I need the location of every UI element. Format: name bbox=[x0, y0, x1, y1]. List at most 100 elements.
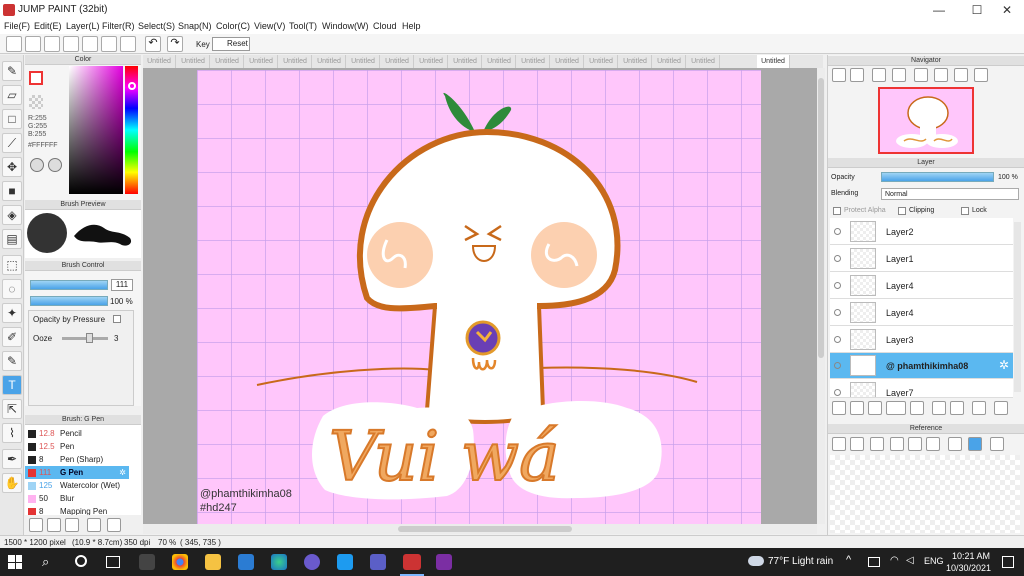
chevron-up-icon[interactable]: ^ bbox=[846, 554, 851, 566]
brush-item-watercolor[interactable]: 125 Watercolor (Wet) bbox=[25, 479, 129, 492]
reference-fit-icon[interactable] bbox=[908, 437, 922, 451]
mail-icon[interactable] bbox=[238, 554, 254, 570]
clock-time[interactable]: 10:21 AM bbox=[952, 551, 990, 561]
skype-icon[interactable] bbox=[337, 554, 353, 570]
layer-menu-icon[interactable] bbox=[886, 401, 906, 415]
menu-help[interactable]: Help bbox=[402, 21, 421, 31]
search-icon[interactable]: ⌕ bbox=[42, 554, 49, 570]
reference-area[interactable] bbox=[830, 455, 1020, 533]
tab-untitled[interactable]: Untitled bbox=[279, 55, 312, 68]
layer-row[interactable]: Layer2 bbox=[830, 219, 1013, 245]
zoom-in-icon[interactable] bbox=[832, 68, 846, 82]
chat-icon[interactable] bbox=[63, 36, 79, 52]
zoom-out-icon[interactable] bbox=[850, 68, 864, 82]
brush-item-pencil[interactable]: 12.8 Pencil bbox=[25, 427, 129, 440]
layer-row[interactable]: Layer3 bbox=[830, 327, 1013, 353]
protect-alpha-checkbox[interactable] bbox=[833, 207, 841, 215]
visibility-icon[interactable] bbox=[834, 228, 841, 235]
visibility-icon[interactable] bbox=[834, 336, 841, 343]
reference-rotate-icon[interactable] bbox=[990, 437, 1004, 451]
reset-button[interactable]: Reset bbox=[212, 37, 250, 51]
brush-opacity-slider[interactable] bbox=[30, 296, 108, 306]
tab-untitled[interactable]: Untitled bbox=[619, 55, 652, 68]
drawing-canvas[interactable]: Vui wá @phamthikimha08 #hd247 bbox=[197, 70, 761, 524]
text-tool-icon[interactable]: T bbox=[2, 375, 22, 395]
brush-size-value[interactable]: 111 bbox=[111, 279, 133, 291]
redo-icon[interactable]: ↷ bbox=[167, 36, 183, 52]
tab-untitled[interactable]: Untitled bbox=[551, 55, 584, 68]
opacity-by-pressure-checkbox[interactable] bbox=[113, 315, 121, 323]
line-tool-icon[interactable]: ⟋ bbox=[2, 133, 22, 153]
blending-select[interactable]: Normal bbox=[881, 188, 1019, 200]
reference-cloud-icon[interactable] bbox=[832, 437, 846, 451]
menu-snap[interactable]: Snap(N) bbox=[178, 21, 212, 31]
vertical-scrollbar[interactable] bbox=[817, 68, 825, 524]
visibility-icon[interactable] bbox=[834, 255, 841, 262]
edge-icon[interactable] bbox=[271, 554, 287, 570]
tab-untitled[interactable]: Untitled bbox=[245, 55, 278, 68]
delete-layer-icon[interactable] bbox=[994, 401, 1008, 415]
flip-icon[interactable] bbox=[974, 68, 988, 82]
brush-size-slider[interactable] bbox=[30, 280, 108, 290]
tab-untitled[interactable]: Untitled bbox=[415, 55, 448, 68]
brush-item-pen-sharp[interactable]: 8 Pen (Sharp) bbox=[25, 453, 129, 466]
cloud-icon[interactable] bbox=[6, 36, 22, 52]
tab-untitled[interactable]: Untitled bbox=[449, 55, 482, 68]
visibility-icon[interactable] bbox=[834, 389, 841, 396]
move-tool-icon[interactable]: ✥ bbox=[2, 157, 22, 177]
operation-tool-icon[interactable]: ⇱ bbox=[2, 399, 22, 419]
select-tool-icon[interactable]: ⬚ bbox=[2, 255, 22, 275]
maximize-button[interactable]: ☐ bbox=[960, 0, 994, 20]
layer-row[interactable]: Layer1 bbox=[830, 246, 1013, 272]
wifi-icon[interactable]: ◠ bbox=[890, 555, 899, 566]
brush-item-blur[interactable]: 50 Blur bbox=[25, 492, 129, 505]
gradient-tool-icon[interactable]: ▤ bbox=[2, 229, 22, 249]
menu-color[interactable]: Color(C) bbox=[216, 21, 250, 31]
tab-untitled[interactable]: Untitled bbox=[143, 55, 176, 68]
tab-untitled[interactable]: Untitled bbox=[585, 55, 618, 68]
layer-settings-icon[interactable] bbox=[972, 401, 986, 415]
tab-untitled[interactable]: Untitled bbox=[347, 55, 380, 68]
visibility-icon[interactable] bbox=[834, 282, 841, 289]
brush-cloud-icon[interactable] bbox=[29, 518, 43, 532]
reference-open-icon[interactable] bbox=[850, 437, 864, 451]
layer-folder-icon[interactable] bbox=[910, 401, 924, 415]
windows-start-icon[interactable] bbox=[8, 555, 22, 569]
brush-tool-icon[interactable]: ✎ bbox=[2, 61, 22, 81]
rotate-right-icon[interactable] bbox=[954, 68, 968, 82]
tab-untitled[interactable]: Untitled bbox=[211, 55, 244, 68]
menu-tool[interactable]: Tool(T) bbox=[289, 21, 317, 31]
menu-edit[interactable]: Edit(E) bbox=[34, 21, 62, 31]
clipping-checkbox[interactable] bbox=[898, 207, 906, 215]
foreground-color-swatch[interactable] bbox=[29, 71, 43, 85]
new-layer-icon[interactable] bbox=[832, 401, 846, 415]
upload-icon[interactable] bbox=[25, 36, 41, 52]
select-eraser-tool-icon[interactable]: ✎ bbox=[2, 351, 22, 371]
grid-icon[interactable] bbox=[120, 36, 136, 52]
teams-icon[interactable] bbox=[370, 554, 386, 570]
menu-layer[interactable]: Layer(L) bbox=[66, 21, 100, 31]
reference-hand-icon[interactable] bbox=[968, 437, 982, 451]
menu-window[interactable]: Window(W) bbox=[322, 21, 369, 31]
cortana-icon[interactable] bbox=[75, 555, 87, 567]
brush-item-g-pen[interactable]: 111 G Pen ✲ bbox=[25, 466, 129, 479]
close-button[interactable]: ✕ bbox=[990, 0, 1024, 20]
brush-settings-icon[interactable] bbox=[87, 518, 101, 532]
copy-brush-icon[interactable] bbox=[65, 518, 79, 532]
new-layer-1bit-icon[interactable] bbox=[868, 401, 882, 415]
visibility-icon[interactable] bbox=[834, 309, 841, 316]
zoom-icon[interactable] bbox=[892, 68, 906, 82]
weather-icon[interactable] bbox=[748, 556, 764, 566]
tab-untitled[interactable]: Untitled bbox=[381, 55, 414, 68]
menu-cloud[interactable]: Cloud bbox=[373, 21, 397, 31]
layer-row-selected[interactable]: @ phamthikimha08 ✲ bbox=[830, 353, 1013, 379]
reference-eyedropper-icon[interactable] bbox=[948, 437, 962, 451]
menu-file[interactable]: File(F) bbox=[4, 21, 30, 31]
eraser-tool-icon[interactable]: ▱ bbox=[2, 85, 22, 105]
brush-item-pen[interactable]: 12.5 Pen bbox=[25, 440, 129, 453]
task-view-icon[interactable] bbox=[106, 556, 120, 568]
brush-item-mapping-pen[interactable]: 8 Mapping Pen bbox=[25, 505, 129, 515]
volume-icon[interactable]: ◁ bbox=[906, 555, 914, 566]
menu-view[interactable]: View(V) bbox=[254, 21, 285, 31]
menu-select[interactable]: Select(S) bbox=[138, 21, 175, 31]
